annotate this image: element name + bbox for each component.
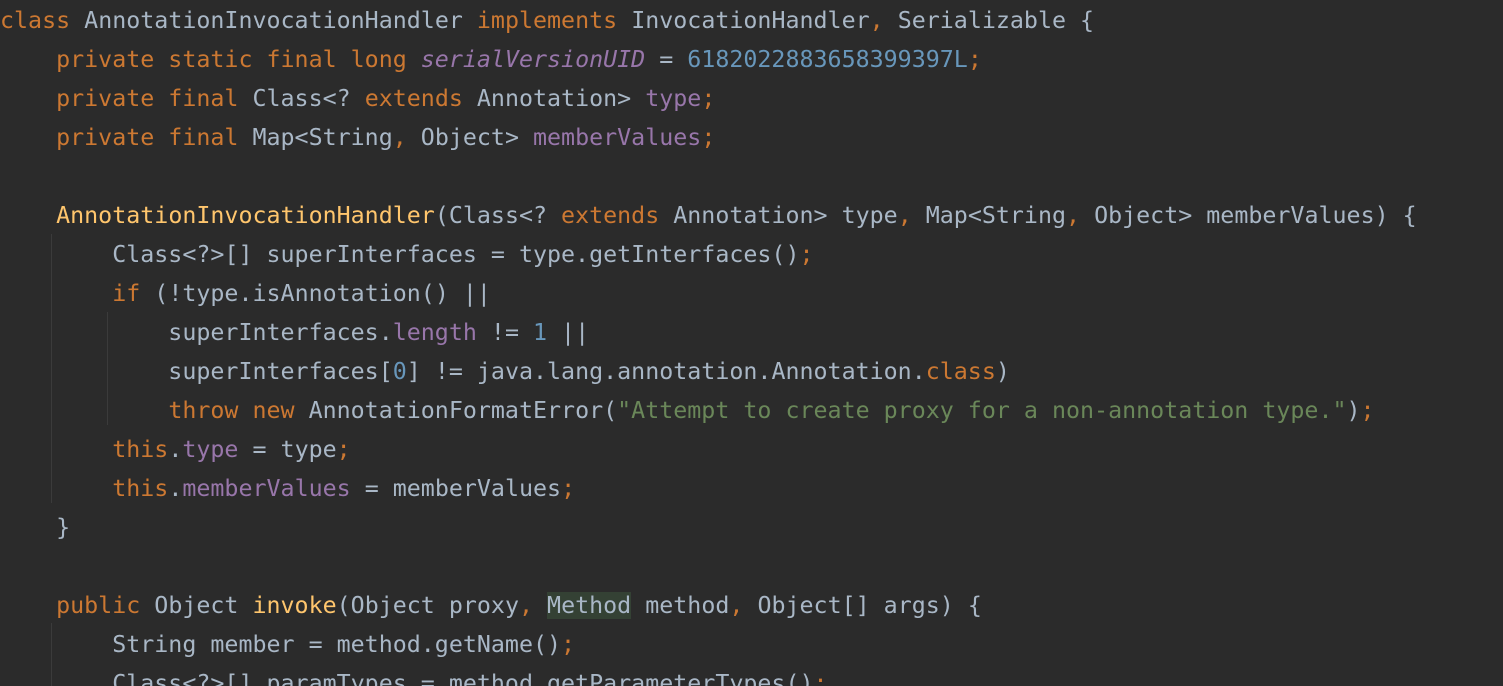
code-token: } <box>0 513 71 541</box>
code-token: Object <box>140 591 253 619</box>
code-token: type <box>645 84 702 112</box>
code-token: 6182022883658399397L <box>687 45 968 73</box>
code-line[interactable]: private final Class<? extends Annotation… <box>0 79 715 118</box>
code-token: implements <box>476 6 618 34</box>
code-token: AnnotationFormatError( <box>294 396 618 424</box>
code-token: Class<?>[] paramTypes = method.getParame… <box>0 669 814 686</box>
code-token: , <box>869 6 884 34</box>
code-token: if <box>112 279 141 307</box>
code-token: ; <box>336 435 351 463</box>
code-line[interactable]: Class<?>[] paramTypes = method.getParame… <box>0 664 828 686</box>
code-token: memberValues <box>533 123 702 151</box>
code-token: ; <box>561 630 576 658</box>
code-token: private final <box>0 123 253 151</box>
code-token: Map<String <box>911 201 1067 229</box>
code-line[interactable]: public Object invoke(Object proxy, Metho… <box>0 586 982 625</box>
code-token: ; <box>701 84 716 112</box>
code-line[interactable]: superInterfaces[0] != java.lang.annotati… <box>0 352 1010 391</box>
code-token: memberValues <box>182 474 351 502</box>
code-line[interactable]: if (!type.isAnnotation() || <box>0 274 491 313</box>
code-token: = memberValues <box>350 474 562 502</box>
code-token: Annotation> type <box>659 201 898 229</box>
code-token: AnnotationInvocationHandler <box>56 201 435 229</box>
code-token: (Object proxy <box>336 591 519 619</box>
code-token: Serializable { <box>883 6 1095 34</box>
code-token: Object> memberValues) { <box>1080 201 1417 229</box>
code-token: != <box>476 318 533 346</box>
code-token: Class<?>[] superInterfaces = type.getInt… <box>0 240 800 268</box>
code-token: || <box>547 318 590 346</box>
code-token: 1 <box>533 318 548 346</box>
code-token: , <box>392 123 407 151</box>
code-line[interactable]: Class<?>[] superInterfaces = type.getInt… <box>0 235 814 274</box>
code-token: extends <box>364 84 463 112</box>
code-token: ] != java.lang.annotation.Annotation. <box>406 357 926 385</box>
code-token: ; <box>701 123 716 151</box>
code-token: ; <box>813 669 828 686</box>
code-line[interactable]: } <box>0 508 70 547</box>
code-token: superInterfaces[ <box>0 357 393 385</box>
code-token: type <box>182 435 239 463</box>
code-line[interactable]: this.memberValues = memberValues; <box>0 469 575 508</box>
code-token: ; <box>561 474 576 502</box>
code-token: class <box>0 6 71 34</box>
code-token: invoke <box>252 591 337 619</box>
code-editor[interactable]: class AnnotationInvocationHandler implem… <box>0 0 1503 686</box>
code-token: "Attempt to create proxy for a non-annot… <box>617 396 1347 424</box>
code-token: length <box>392 318 477 346</box>
code-token: serialVersionUID <box>420 45 646 73</box>
code-token: = type <box>238 435 337 463</box>
code-line[interactable]: throw new AnnotationFormatError("Attempt… <box>0 391 1375 430</box>
code-token: Class<? <box>252 84 365 112</box>
code-token: public <box>56 591 141 619</box>
code-token: , <box>729 591 744 619</box>
code-token: private final <box>0 84 253 112</box>
code-token: private static final long <box>0 45 421 73</box>
code-token: 0 <box>392 357 407 385</box>
code-token: , <box>518 591 534 619</box>
code-line[interactable]: this.type = type; <box>0 430 351 469</box>
code-line[interactable]: String member = method.getName(); <box>0 625 575 664</box>
code-token: , <box>897 201 912 229</box>
code-token: superInterfaces. <box>0 318 393 346</box>
code-token: ) <box>995 357 1010 385</box>
code-token: throw new <box>168 396 295 424</box>
code-token: (Class<? <box>434 201 562 229</box>
code-token: = <box>645 45 688 73</box>
code-token: ) <box>1346 396 1361 424</box>
code-line[interactable]: class AnnotationInvocationHandler implem… <box>0 1 1094 40</box>
code-token: , <box>1066 201 1081 229</box>
code-line[interactable]: AnnotationInvocationHandler(Class<? exte… <box>0 196 1417 235</box>
code-token: Object[] args) { <box>743 591 982 619</box>
code-token: Annotation> <box>462 84 646 112</box>
code-token: . <box>168 435 183 463</box>
code-token: Map<String <box>252 123 393 151</box>
code-token: (!type.isAnnotation() || <box>140 279 491 307</box>
code-token: ; <box>967 45 982 73</box>
code-line[interactable]: private static final long serialVersionU… <box>0 40 982 79</box>
code-token: ; <box>1360 396 1375 424</box>
code-token: ; <box>799 240 814 268</box>
code-token: method <box>631 591 730 619</box>
code-token: String member = method.getName() <box>0 630 562 658</box>
code-token: class <box>925 357 996 385</box>
code-line[interactable]: private final Map<String, Object> member… <box>0 118 715 157</box>
code-token: this <box>112 435 169 463</box>
code-token: Object> <box>406 123 533 151</box>
code-token: this <box>112 474 169 502</box>
code-token: InvocationHandler <box>617 6 870 34</box>
code-token: . <box>168 474 183 502</box>
code-line[interactable]: superInterfaces.length != 1 || <box>0 313 589 352</box>
code-token: AnnotationInvocationHandler <box>70 6 477 34</box>
code-token: extends <box>561 201 660 229</box>
highlighted-token: Method <box>547 591 632 619</box>
